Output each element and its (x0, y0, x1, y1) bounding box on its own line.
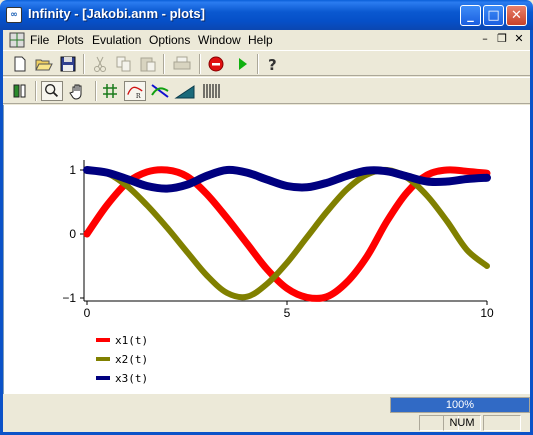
plot-chart[interactable]: 0 5 1010−1x1(t)x2(t)x3(t) (4, 105, 531, 394)
legend-label: x3(t) (115, 372, 148, 385)
toolbar-separator (163, 54, 165, 74)
minimize-button[interactable]: _ (460, 5, 481, 26)
plot-toolbar: R (3, 77, 530, 104)
hand-pan-icon[interactable] (67, 81, 89, 101)
mdi-close-button[interactable]: ✕ (511, 32, 527, 46)
save-icon[interactable] (57, 54, 79, 74)
pattern-icon[interactable] (200, 81, 222, 101)
print-icon[interactable] (171, 54, 193, 74)
maximize-button[interactable]: □ (483, 5, 504, 26)
menu-help[interactable]: Help (248, 33, 273, 47)
cut-icon[interactable] (89, 54, 111, 74)
copy-icon[interactable] (113, 54, 135, 74)
mdi-minimize-button[interactable]: – (477, 32, 493, 46)
document-icon[interactable] (9, 32, 25, 48)
num-lock-indicator: NUM (443, 415, 481, 431)
toolbar-separator (83, 54, 85, 74)
help-icon[interactable]: ? (261, 54, 283, 74)
standard-toolbar: ? (3, 50, 530, 76)
progress-text: 100% (445, 399, 475, 411)
stop-icon[interactable] (205, 54, 227, 74)
toolbar-separator (95, 81, 97, 101)
pencil-icon[interactable] (9, 81, 31, 101)
status-pane-scrl (483, 415, 521, 431)
menu-bar: File Plots Evulation Options Window Help… (0, 30, 533, 50)
mdi-restore-button[interactable]: ❐ (494, 32, 510, 46)
menu-file[interactable]: File (30, 33, 49, 47)
crossing-icon[interactable] (149, 81, 171, 101)
menu-evulation[interactable]: Evulation (92, 33, 141, 47)
progress-bar: 100% (390, 397, 530, 413)
x-tick-label: 0 (84, 306, 91, 320)
svg-text:?: ? (268, 56, 277, 74)
grid-icon[interactable] (99, 81, 121, 101)
app-icon[interactable]: ∞ (6, 7, 22, 23)
plot-window[interactable]: 0 5 10 1 0 −1 x1(t) x2(t) x3(t) (3, 105, 530, 394)
legend-label: x2(t) (115, 353, 148, 366)
y-tick-label: −1 (62, 291, 76, 305)
window-title: Infinity - [Jakobi.anm - plots] (28, 6, 205, 21)
run-icon[interactable] (231, 54, 253, 74)
y-tick-label: 1 (69, 163, 76, 177)
svg-text:R: R (136, 93, 141, 100)
x-tick-label: 5 (284, 306, 291, 320)
menu-plots[interactable]: Plots (57, 33, 84, 47)
status-bar: 100% NUM (3, 397, 530, 432)
paste-icon[interactable] (137, 54, 159, 74)
close-button[interactable]: ✕ (506, 5, 527, 26)
toolbar-separator (257, 54, 259, 74)
title-bar[interactable]: ∞ Infinity - [Jakobi.anm - plots] _ □ ✕ (0, 0, 533, 30)
zoom-icon[interactable] (41, 81, 63, 101)
menu-options[interactable]: Options (149, 33, 190, 47)
legend-label: x1(t) (115, 334, 148, 347)
toolbar-separator (35, 81, 37, 101)
toolbar-separator (199, 54, 201, 74)
y-tick-label: 0 (69, 227, 76, 241)
open-icon[interactable] (33, 54, 55, 74)
curve-fit-icon[interactable]: R (124, 81, 146, 101)
x-tick-label: 10 (480, 306, 494, 320)
menu-window[interactable]: Window (198, 33, 241, 47)
area-icon[interactable] (174, 81, 196, 101)
new-icon[interactable] (9, 54, 31, 74)
